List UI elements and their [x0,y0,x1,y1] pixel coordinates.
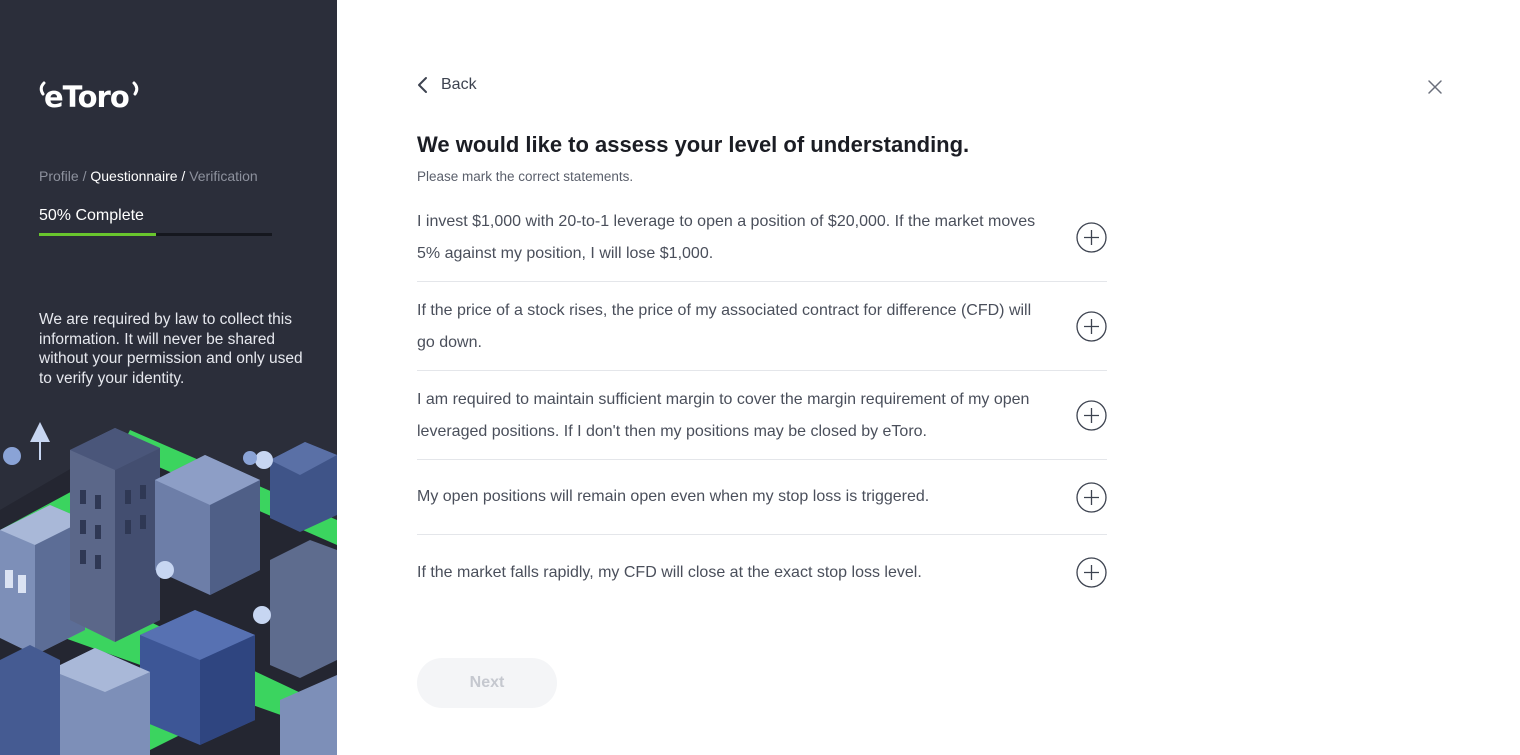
back-button[interactable]: Back [417,76,477,94]
progress-bar [39,233,272,236]
close-icon [1428,80,1442,94]
statement-item: I invest $1,000 with 20-to-1 leverage to… [417,205,1107,282]
breadcrumb-separator: / [177,168,190,184]
plus-circle-icon[interactable] [1076,482,1107,513]
plus-circle-icon[interactable] [1076,400,1107,431]
breadcrumb-verification: Verification [189,168,258,184]
breadcrumb: Profile / Questionnaire / Verification [39,168,258,184]
breadcrumb-profile: Profile [39,168,79,184]
back-label: Back [441,76,477,93]
statement-item: If the price of a stock rises, the price… [417,282,1107,371]
close-button[interactable] [1427,79,1443,95]
svg-text:eToro: eToro [44,80,129,114]
plus-circle-icon[interactable] [1076,222,1107,253]
progress-fill [39,233,156,236]
statement-text: If the price of a stock rises, the price… [417,302,1032,351]
statement-item: I am required to maintain sufficient mar… [417,371,1107,460]
page-subtitle: Please mark the correct statements. [417,169,634,184]
statement-text: I am required to maintain sufficient mar… [417,391,1030,440]
statement-item: If the market falls rapidly, my CFD will… [417,535,1107,610]
chevron-left-icon [418,77,427,93]
plus-circle-icon[interactable] [1076,557,1107,588]
etoro-logo: eToro [38,74,148,118]
statement-text: My open positions will remain open even … [417,488,930,505]
breadcrumb-questionnaire: Questionnaire [90,168,178,184]
statement-text: I invest $1,000 with 20-to-1 leverage to… [417,213,1036,262]
city-illustration [0,422,337,755]
statement-text: If the market falls rapidly, my CFD will… [417,564,922,581]
plus-circle-icon[interactable] [1076,311,1107,342]
page-title: We would like to assess your level of un… [417,132,970,157]
next-button[interactable]: Next [417,658,557,708]
progress-label: 50% Complete [39,207,144,224]
sidebar: eToro Profile / Questionnaire / Verifica… [0,0,337,755]
statement-item: My open positions will remain open even … [417,460,1107,535]
breadcrumb-separator: / [78,168,91,184]
legal-notice: We are required by law to collect this i… [39,311,303,387]
